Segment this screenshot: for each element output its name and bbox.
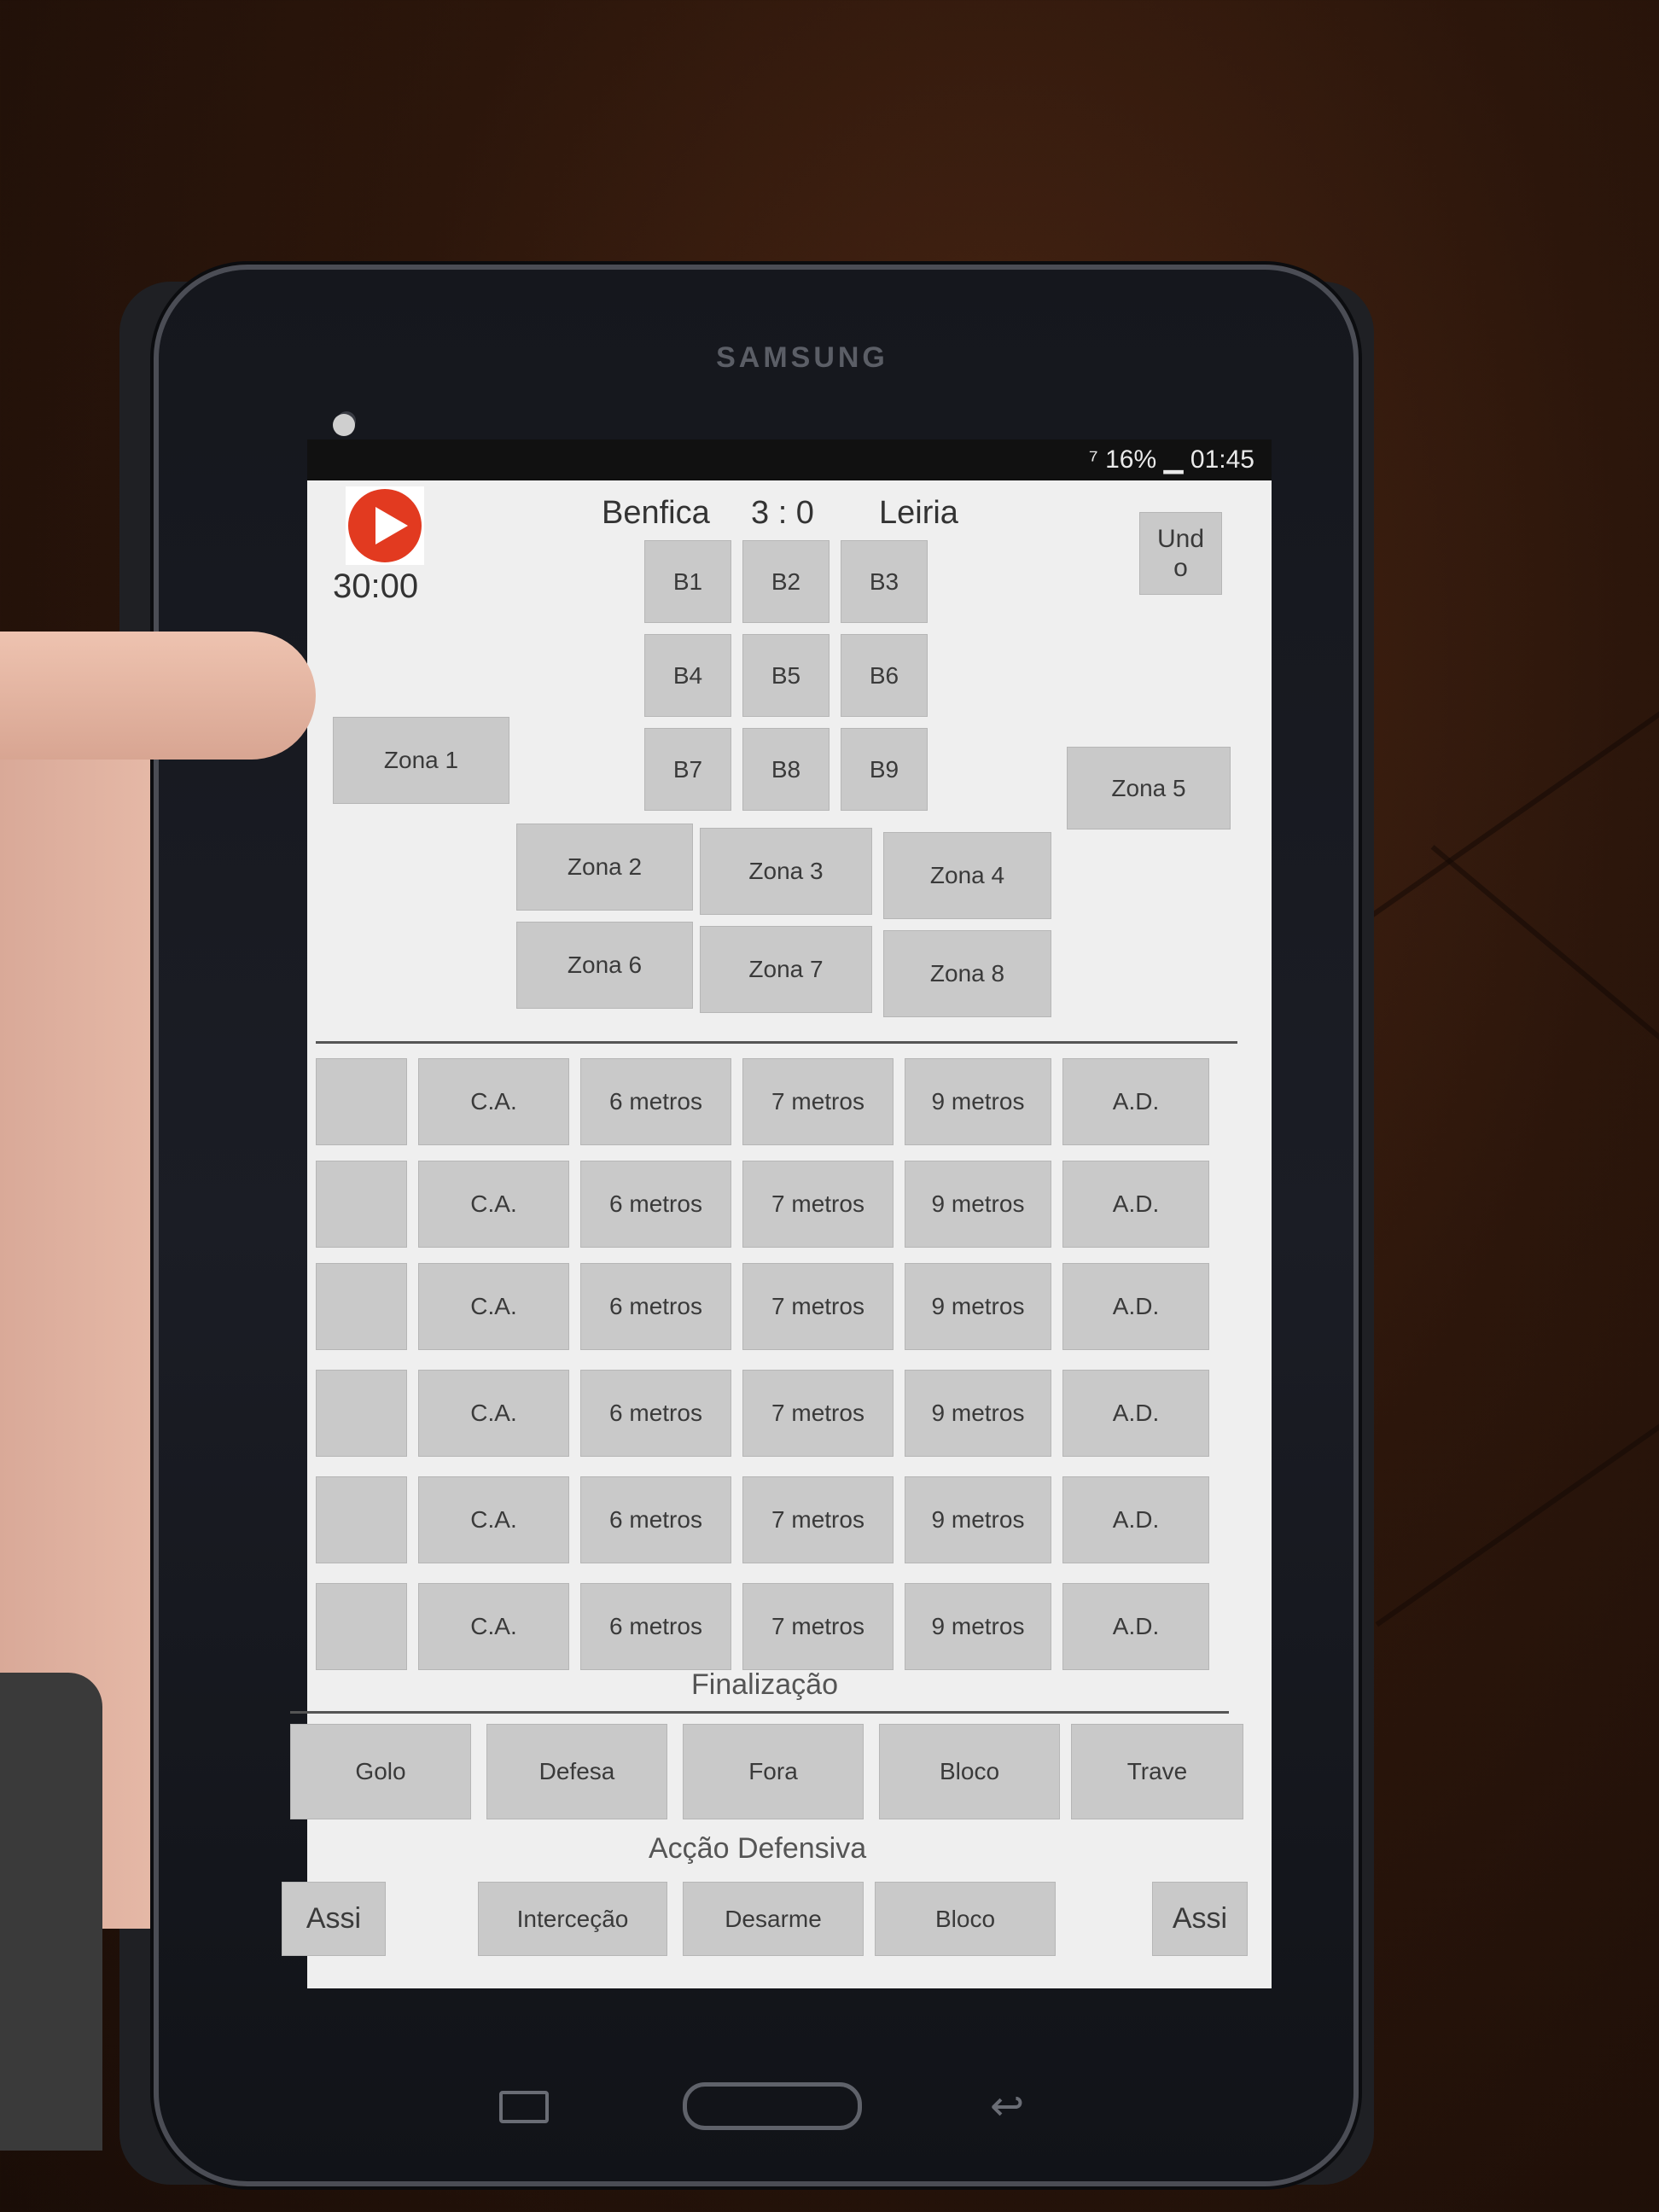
shot-6m[interactable]: 6 metros: [580, 1058, 731, 1145]
shot-ca[interactable]: C.A.: [418, 1583, 569, 1670]
finalizacao-title: Finalização: [691, 1668, 838, 1701]
undo-label-1: Und: [1156, 524, 1205, 553]
assist-left-button[interactable]: Assi: [282, 1882, 386, 1956]
shot-9m[interactable]: 9 metros: [905, 1583, 1051, 1670]
final-bloco-button[interactable]: Bloco: [879, 1724, 1060, 1819]
player-slot[interactable]: [316, 1370, 407, 1457]
shot-ad[interactable]: A.D.: [1062, 1370, 1209, 1457]
final-golo-button[interactable]: Golo: [290, 1724, 471, 1819]
zone-6[interactable]: Zona 6: [516, 922, 693, 1009]
brand-logo: SAMSUNG: [716, 341, 888, 374]
defensive-intercecao-button[interactable]: Interceção: [478, 1882, 667, 1956]
block-b6[interactable]: B6: [841, 634, 928, 717]
shot-9m[interactable]: 9 metros: [905, 1058, 1051, 1145]
block-b8[interactable]: B8: [742, 728, 830, 811]
shot-6m[interactable]: 6 metros: [580, 1583, 731, 1670]
shot-ca[interactable]: C.A.: [418, 1476, 569, 1563]
away-team: Leiria: [879, 495, 958, 531]
zone-4[interactable]: Zona 4: [883, 832, 1051, 919]
zone-3[interactable]: Zona 3: [700, 828, 872, 915]
shot-ca[interactable]: C.A.: [418, 1263, 569, 1350]
shot-9m[interactable]: 9 metros: [905, 1263, 1051, 1350]
block-b9[interactable]: B9: [841, 728, 928, 811]
shot-ca[interactable]: C.A.: [418, 1058, 569, 1145]
shot-9m[interactable]: 9 metros: [905, 1476, 1051, 1563]
accao-defensiva-title: Acção Defensiva: [649, 1832, 867, 1865]
assist-right-button[interactable]: Assi: [1152, 1882, 1248, 1956]
clock: 01:45: [1190, 445, 1254, 474]
zone-5[interactable]: Zona 5: [1067, 747, 1231, 830]
home-button[interactable]: [683, 2082, 862, 2130]
notification-icon: [333, 414, 355, 436]
zone-1[interactable]: Zona 1: [333, 717, 509, 804]
shot-7m[interactable]: 7 metros: [742, 1370, 894, 1457]
block-b2[interactable]: B2: [742, 540, 830, 623]
block-b7[interactable]: B7: [644, 728, 731, 811]
shot-ca[interactable]: C.A.: [418, 1370, 569, 1457]
player-slot[interactable]: [316, 1476, 407, 1563]
shot-ad[interactable]: A.D.: [1062, 1583, 1209, 1670]
player-slot[interactable]: [316, 1058, 407, 1145]
final-fora-button[interactable]: Fora: [683, 1724, 864, 1819]
shot-ca[interactable]: C.A.: [418, 1161, 569, 1248]
player-slot[interactable]: [316, 1583, 407, 1670]
sleeve: [0, 1673, 102, 2151]
defensive-desarme-button[interactable]: Desarme: [683, 1882, 864, 1956]
status-right: ⁷ 16% ▁ 01:45: [1089, 445, 1254, 474]
back-key-icon[interactable]: ↩: [990, 2082, 1024, 2130]
shot-6m[interactable]: 6 metros: [580, 1263, 731, 1350]
zone-7[interactable]: Zona 7: [700, 926, 872, 1013]
block-b4[interactable]: B4: [644, 634, 731, 717]
shot-7m[interactable]: 7 metros: [742, 1583, 894, 1670]
battery-icon: ▁: [1163, 445, 1190, 474]
thumb: [0, 632, 316, 760]
undo-button[interactable]: Und o: [1139, 512, 1222, 595]
undo-label-2: o: [1173, 553, 1188, 582]
shot-9m[interactable]: 9 metros: [905, 1161, 1051, 1248]
status-bar: ⁷ 16% ▁ 01:45: [307, 414, 1272, 480]
block-b5[interactable]: B5: [742, 634, 830, 717]
shot-ad[interactable]: A.D.: [1062, 1476, 1209, 1563]
block-b3[interactable]: B3: [841, 540, 928, 623]
floor-line: [1332, 597, 1659, 945]
zone-2[interactable]: Zona 2: [516, 824, 693, 911]
shot-6m[interactable]: 6 metros: [580, 1370, 731, 1457]
shot-6m[interactable]: 6 metros: [580, 1161, 731, 1248]
home-team: Benfica: [602, 495, 710, 531]
shot-7m[interactable]: 7 metros: [742, 1263, 894, 1350]
play-button[interactable]: [346, 486, 424, 565]
floor-line: [1375, 1279, 1659, 1627]
finalizacao-divider: [290, 1711, 1229, 1714]
player-slot[interactable]: [316, 1161, 407, 1248]
shot-ad[interactable]: A.D.: [1062, 1058, 1209, 1145]
defensive-bloco-button[interactable]: Bloco: [875, 1882, 1056, 1956]
app-screen: ⁷ 16% ▁ 01:45 30:00 Benfica 3 : 0 Leiria…: [282, 414, 1272, 1988]
game-clock: 30:00: [333, 568, 419, 605]
shot-6m[interactable]: 6 metros: [580, 1476, 731, 1563]
player-slot[interactable]: [316, 1263, 407, 1350]
shot-7m[interactable]: 7 metros: [742, 1476, 894, 1563]
final-trave-button[interactable]: Trave: [1071, 1724, 1243, 1819]
shot-ad[interactable]: A.D.: [1062, 1263, 1209, 1350]
section-divider: [316, 1041, 1237, 1044]
shot-7m[interactable]: 7 metros: [742, 1058, 894, 1145]
shot-7m[interactable]: 7 metros: [742, 1161, 894, 1248]
score: 3 : 0: [751, 495, 814, 531]
menu-key-icon[interactable]: [499, 2091, 549, 2123]
shot-9m[interactable]: 9 metros: [905, 1370, 1051, 1457]
block-b1[interactable]: B1: [644, 540, 731, 623]
zone-8[interactable]: Zona 8: [883, 930, 1051, 1017]
floor-line: [1430, 845, 1659, 1123]
play-icon: [348, 489, 422, 562]
shot-ad[interactable]: A.D.: [1062, 1161, 1209, 1248]
battery-level: 16%: [1105, 445, 1157, 474]
final-defesa-button[interactable]: Defesa: [486, 1724, 667, 1819]
signal-icon: ⁷: [1088, 445, 1106, 474]
